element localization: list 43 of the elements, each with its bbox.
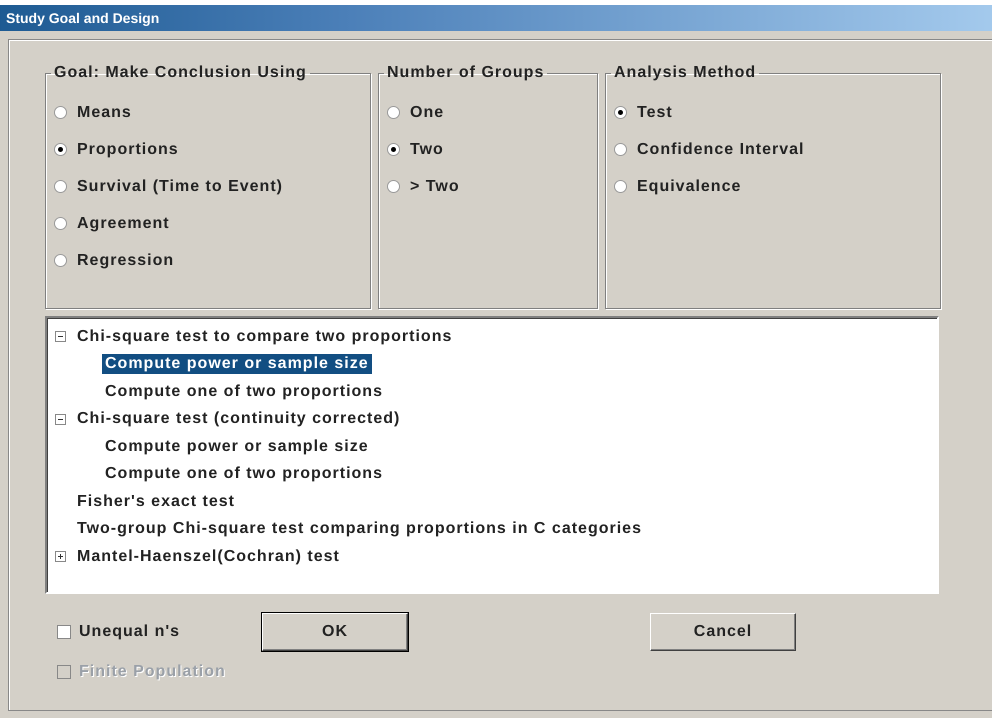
option-label: > Two (410, 178, 460, 196)
expand-icon[interactable] (55, 551, 66, 562)
tree-item[interactable]: Compute one of two proportions (102, 382, 386, 402)
checkbox-label: Unequal n's (79, 623, 180, 641)
radio-button[interactable] (54, 254, 67, 267)
tree-item[interactable]: Compute power or sample size (102, 354, 372, 374)
option-label: Means (77, 104, 132, 122)
radio-button[interactable] (54, 180, 67, 193)
option-label: Regression (77, 252, 174, 270)
radio-button[interactable] (54, 217, 67, 230)
cancel-button[interactable]: Cancel (650, 613, 796, 651)
option-label: Two (410, 140, 444, 158)
group-title: Number of Groups (386, 64, 546, 82)
radio-button[interactable] (614, 180, 627, 193)
tree-item[interactable]: Chi-square test to compare two proportions (74, 326, 456, 347)
radio-button[interactable] (387, 106, 400, 119)
checkbox-label: Finite Population (79, 663, 226, 681)
tree-item[interactable]: Chi-square test (continuity corrected) (74, 409, 404, 430)
option-label: Confidence Interval (637, 140, 804, 158)
tree-item[interactable]: Mantel-Haenszel(Cochran) test (74, 546, 343, 567)
collapse-icon[interactable] (55, 414, 66, 425)
checkbox[interactable] (57, 625, 71, 639)
tree-item[interactable]: Compute one of two proportions (102, 464, 386, 484)
option-label: Test (637, 104, 673, 122)
option-label: Equivalence (637, 178, 742, 196)
radio-button[interactable] (614, 143, 627, 156)
radio-button[interactable] (54, 106, 67, 119)
option-label: Agreement (77, 214, 170, 232)
group-title: Analysis Method (613, 64, 758, 82)
option-label: One (410, 104, 444, 122)
option-label: Proportions (77, 140, 179, 158)
tree-item[interactable]: Two-group Chi-square test comparing proportions in C categories (74, 519, 645, 540)
group-title: Goal: Make Conclusion Using (53, 64, 308, 82)
radio-button[interactable] (387, 180, 400, 193)
tree-item[interactable]: Compute power or sample size (102, 436, 372, 457)
window-title: Study Goal and Design (0, 5, 992, 31)
tree-item[interactable]: Fisher's exact test (74, 492, 238, 512)
collapse-icon[interactable] (55, 331, 66, 342)
option-label: Survival (Time to Event) (77, 178, 283, 196)
ok-button[interactable]: OK (262, 613, 408, 651)
radio-button[interactable] (387, 143, 400, 156)
radio-button[interactable] (614, 106, 627, 119)
radio-button[interactable] (54, 143, 67, 156)
